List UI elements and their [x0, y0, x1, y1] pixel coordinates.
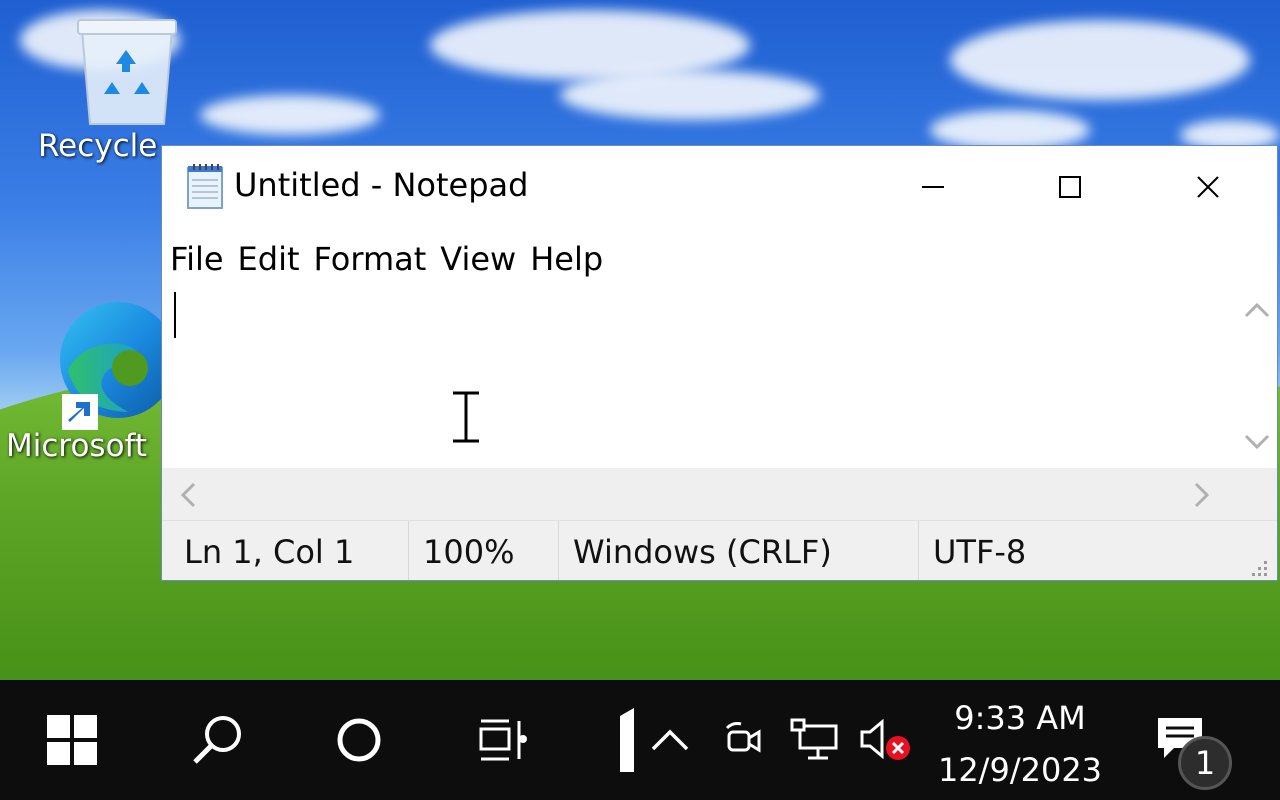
scroll-right-arrow-icon[interactable]	[1192, 480, 1212, 510]
system-clock[interactable]: 9:33 AM 12/9/2023	[930, 692, 1110, 796]
resize-grip-icon[interactable]	[1246, 555, 1270, 579]
windows-start-icon	[47, 715, 97, 765]
menu-format[interactable]: Format	[314, 240, 427, 280]
scroll-up-arrow-icon[interactable]	[1242, 300, 1272, 320]
menu-help[interactable]: Help	[530, 240, 603, 280]
clock-time: 9:33 AM	[954, 699, 1086, 737]
menu-bar: File Edit Format View Help	[170, 240, 603, 280]
action-center-button[interactable]: 1	[1150, 680, 1240, 800]
show-hidden-icons-chevron	[651, 729, 689, 751]
network-button[interactable]	[786, 680, 842, 800]
close-icon	[1197, 176, 1219, 198]
shortcut-arrow-icon	[62, 394, 98, 430]
notepad-window[interactable]: Untitled - Notepad File Edit Format View…	[161, 145, 1278, 581]
status-zoom: 100%	[408, 521, 514, 580]
recycle-bin-icon	[77, 19, 177, 125]
notification-count-badge: 1	[1178, 736, 1232, 790]
volume-button[interactable]	[856, 680, 916, 800]
scroll-down-arrow-icon[interactable]	[1242, 432, 1272, 452]
close-button[interactable]	[1153, 156, 1263, 218]
meet-now-button[interactable]	[718, 680, 768, 800]
vertical-scrollbar[interactable]	[1228, 286, 1277, 468]
title-bar[interactable]: Untitled - Notepad	[162, 146, 1277, 230]
status-encoding: UTF-8	[918, 521, 1026, 580]
network-icon	[790, 718, 838, 760]
i-beam-cursor-icon	[453, 391, 479, 443]
menu-view[interactable]: View	[440, 240, 516, 280]
menu-edit[interactable]: Edit	[238, 240, 300, 280]
recycle-bin-desktop-icon[interactable]: Recycle	[30, 12, 230, 164]
maximize-button[interactable]	[1015, 156, 1125, 218]
start-button[interactable]	[30, 680, 114, 800]
notification-count: 1	[1194, 744, 1216, 782]
maximize-icon	[1059, 176, 1081, 198]
scroll-left-arrow-icon[interactable]	[178, 480, 198, 510]
show-hidden-icons-button[interactable]	[646, 680, 694, 800]
horizontal-scrollbar[interactable]	[162, 468, 1277, 520]
status-line-ending: Windows (CRLF)	[558, 521, 832, 580]
search-button[interactable]	[172, 680, 262, 800]
task-view-button[interactable]	[458, 680, 548, 800]
status-bar: Ln 1, Col 1 100% Windows (CRLF) UTF-8	[162, 520, 1277, 580]
status-cursor-position: Ln 1, Col 1	[184, 533, 355, 571]
text-caret	[174, 292, 176, 338]
search-icon	[193, 716, 241, 764]
task-view-icon	[479, 719, 527, 761]
text-editor-area[interactable]	[162, 286, 1228, 468]
window-title: Untitled - Notepad	[234, 166, 529, 204]
taskbar-app-icon	[620, 708, 634, 772]
taskbar-app-button[interactable]	[612, 680, 642, 800]
cortana-icon	[337, 718, 381, 762]
clock-date: 12/9/2023	[937, 751, 1103, 789]
menu-file[interactable]: File	[170, 240, 224, 280]
taskbar: 9:33 AM 12/9/2023 1	[0, 680, 1280, 800]
minimize-icon	[922, 186, 944, 188]
volume-muted-icon	[860, 718, 910, 760]
cortana-button[interactable]	[314, 680, 404, 800]
meet-now-icon	[725, 722, 761, 753]
notepad-app-icon	[187, 164, 223, 209]
minimize-button[interactable]	[878, 156, 988, 218]
